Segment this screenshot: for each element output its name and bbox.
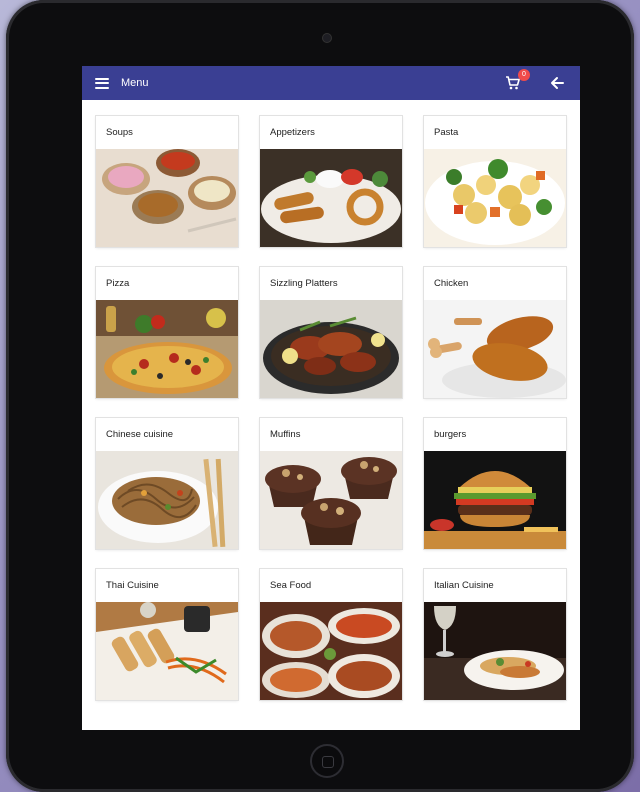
category-card-muffins[interactable]: Muffins: [260, 418, 402, 549]
category-card-sea-food[interactable]: Sea Food: [260, 569, 402, 700]
category-label: Sizzling Platters: [270, 278, 338, 289]
category-label: burgers: [434, 429, 467, 440]
burgers-photo: [424, 451, 566, 549]
thai-cuisine-photo: [96, 602, 238, 700]
muffins-photo: [260, 451, 402, 549]
category-card-thai-cuisine[interactable]: Thai Cuisine: [96, 569, 238, 700]
pasta-photo: [424, 149, 566, 247]
app-screen: Menu 0 Soups Appetizers Pasta Pizza Sizz…: [82, 66, 580, 730]
tablet-frame: Menu 0 Soups Appetizers Pasta Pizza Sizz…: [6, 0, 634, 792]
back-arrow-icon[interactable]: [550, 76, 564, 90]
category-label: Muffins: [270, 429, 301, 440]
category-card-pasta[interactable]: Pasta: [424, 116, 566, 247]
pizza-photo: [96, 300, 238, 398]
soups-photo: [96, 149, 238, 247]
italian-cuisine-photo: [424, 602, 566, 700]
category-label: Thai Cuisine: [106, 580, 159, 591]
app-bar: Menu 0: [82, 66, 580, 100]
category-card-burgers[interactable]: burgers: [424, 418, 566, 549]
camera-icon: [323, 34, 331, 42]
category-card-appetizers[interactable]: Appetizers: [260, 116, 402, 247]
category-card-italian-cuisine[interactable]: Italian Cuisine: [424, 569, 566, 700]
hamburger-menu-icon[interactable]: [95, 77, 109, 89]
category-card-sizzling-platters[interactable]: Sizzling Platters: [260, 267, 402, 398]
sizzling-platters-photo: [260, 300, 402, 398]
cart-count-badge: 0: [518, 69, 530, 81]
appetizers-photo: [260, 149, 402, 247]
page-title: Menu: [121, 77, 149, 89]
home-button[interactable]: [310, 744, 344, 778]
chicken-photo: [424, 300, 566, 398]
category-card-soups[interactable]: Soups: [96, 116, 238, 247]
category-label: Pizza: [106, 278, 130, 289]
category-card-chinese-cuisine[interactable]: Chinese cuisine: [96, 418, 238, 549]
category-label: Chicken: [434, 278, 469, 289]
category-card-pizza[interactable]: Pizza: [96, 267, 238, 398]
sea-food-photo: [260, 602, 402, 700]
category-label: Pasta: [434, 127, 459, 138]
category-label: Appetizers: [270, 127, 315, 138]
category-label: Chinese cuisine: [106, 429, 174, 440]
category-label: Italian Cuisine: [434, 580, 494, 591]
category-label: Sea Food: [270, 580, 312, 591]
chinese-cuisine-photo: [96, 451, 238, 549]
category-card-chicken[interactable]: Chicken: [424, 267, 566, 398]
category-label: Soups: [106, 127, 133, 138]
